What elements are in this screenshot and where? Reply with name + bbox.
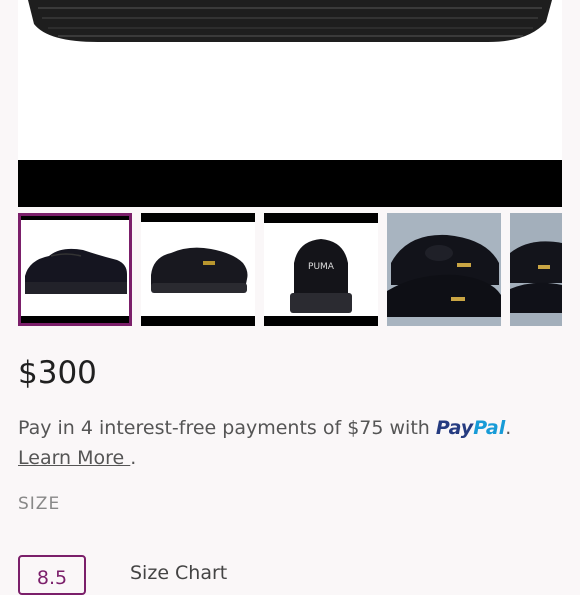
size-heading: SIZE	[18, 494, 61, 514]
thumbnail-4[interactable]	[387, 213, 501, 326]
paypal-installment-label: Pay in 4 interest-free payments of $75 w…	[18, 417, 430, 439]
main-product-image[interactable]	[18, 0, 562, 160]
thumbnail-1[interactable]	[18, 213, 132, 326]
learn-more-link[interactable]: Learn More	[18, 447, 130, 469]
thumbnail-3[interactable]: PUMA	[264, 213, 378, 326]
velvet-creeper-partial-icon	[510, 213, 562, 326]
shoe-sole-icon	[28, 0, 552, 42]
black-suede-creeper-side-icon	[21, 216, 129, 323]
svg-text:PUMA: PUMA	[308, 262, 335, 272]
black-suede-creeper-back-icon: PUMA	[264, 213, 378, 326]
paypal-installment-text: Pay in 4 interest-free payments of $75 w…	[18, 417, 512, 469]
image-letterbox-band	[18, 160, 562, 207]
size-option-selected[interactable]: 8.5	[18, 555, 86, 595]
black-suede-creeper-angle-icon	[141, 213, 255, 326]
thumbnail-2[interactable]	[141, 213, 255, 326]
price: $300	[18, 355, 97, 391]
size-chart-link[interactable]: Size Chart	[130, 562, 227, 584]
paypal-logo: PayPal	[435, 417, 506, 439]
velvet-creeper-pair-icon	[387, 213, 501, 326]
thumbnail-5[interactable]	[510, 213, 562, 326]
